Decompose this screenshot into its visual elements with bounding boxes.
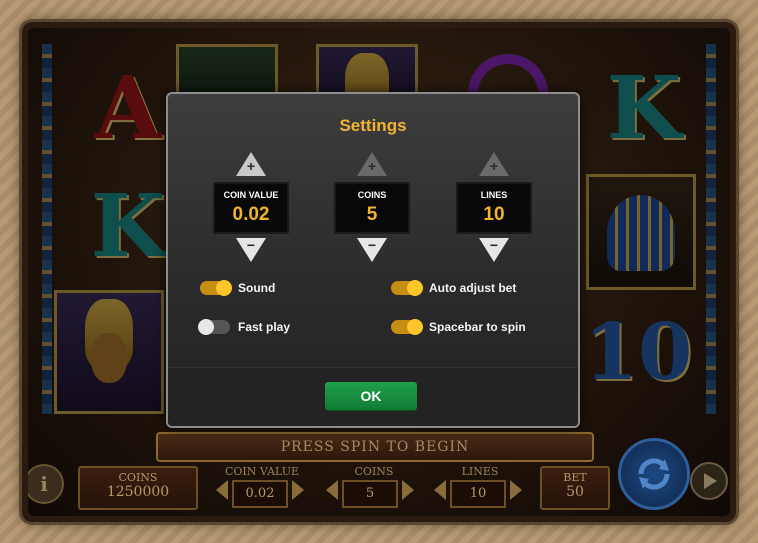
coins-balance-box: COINS 1250000	[78, 466, 198, 510]
plus-icon: +	[246, 158, 256, 174]
lines-increase-arrow[interactable]	[510, 480, 522, 500]
autoplay-button[interactable]	[690, 462, 728, 500]
coin-value-display: 0.02	[232, 480, 288, 508]
settings-title: Settings	[339, 116, 407, 135]
game-frame: A K K 10 PRESS SPIN TO BEGIN i COINS 125…	[22, 22, 736, 522]
lines-down-button[interactable]: −	[477, 237, 511, 264]
sound-toggle-row[interactable]: Sound	[200, 278, 275, 298]
lines-caption: LINES	[480, 190, 508, 200]
coins-decrease-arrow[interactable]	[326, 480, 338, 500]
lines-decrease-arrow[interactable]	[434, 480, 446, 500]
coins-caption: COINS	[357, 190, 387, 200]
auto-adjust-bet-label: Auto adjust bet	[429, 281, 517, 295]
coins-balance-label: COINS	[118, 471, 158, 484]
coin-value-caption: COIN VALUE	[223, 190, 279, 200]
play-icon	[704, 473, 717, 489]
auto-adjust-bet-toggle[interactable]	[391, 280, 423, 296]
spin-banner: PRESS SPIN TO BEGIN	[156, 432, 594, 462]
coins-bet-label: COINS	[354, 465, 394, 478]
coin-value-amount: 0.02	[232, 204, 270, 225]
spin-icon	[638, 458, 670, 490]
sound-toggle[interactable]	[200, 280, 232, 296]
plus-icon: +	[489, 158, 499, 174]
bet-label: BET	[563, 471, 587, 484]
coin-value-stepper: + COIN VALUE 0.02 −	[213, 150, 289, 270]
dialog-footer: OK	[168, 367, 578, 426]
lines-label: LINES	[461, 465, 499, 478]
coin-value-decrease-arrow[interactable]	[216, 480, 228, 500]
coins-display-box: COINS 5	[334, 182, 410, 234]
coin-value-down-button[interactable]: −	[234, 237, 268, 264]
minus-icon: −	[246, 237, 256, 253]
spacebar-to-spin-toggle[interactable]	[391, 319, 423, 335]
plus-icon: +	[367, 158, 377, 174]
fast-play-toggle-row[interactable]: Fast play	[198, 317, 291, 337]
coin-value-display-box: COIN VALUE 0.02	[213, 182, 289, 234]
coin-value-label: COIN VALUE	[224, 465, 300, 478]
fast-play-toggle[interactable]	[198, 319, 230, 335]
auto-adjust-bet-toggle-row[interactable]: Auto adjust bet	[391, 278, 516, 298]
coins-stepper: + COINS 5 −	[334, 150, 410, 270]
fast-play-label: Fast play	[238, 320, 291, 334]
coin-value-up-button[interactable]: +	[234, 150, 268, 176]
lines-amount: 10	[483, 204, 505, 225]
minus-icon: −	[367, 237, 377, 253]
spacebar-to-spin-toggle-row[interactable]: Spacebar to spin	[391, 317, 526, 337]
spin-button[interactable]	[618, 438, 690, 510]
ok-button[interactable]: OK	[325, 382, 417, 410]
lines-display-box: LINES 10	[456, 182, 532, 234]
coins-increase-arrow[interactable]	[402, 480, 414, 500]
coins-balance-value: 1250000	[106, 484, 170, 500]
coin-value-increase-arrow[interactable]	[292, 480, 304, 500]
coins-up-button[interactable]: +	[355, 150, 389, 176]
coins-down-button[interactable]: −	[355, 237, 389, 264]
lines-display: 10	[450, 480, 506, 508]
lines-stepper: + LINES 10 −	[456, 150, 532, 270]
coins-bet-display: 5	[342, 480, 398, 508]
settings-dialog: Settings + COIN VALUE 0.02 − + COINS 5 −…	[166, 92, 580, 428]
lines-up-button[interactable]: +	[477, 150, 511, 176]
bet-box: BET 50	[540, 466, 610, 510]
minus-icon: −	[489, 237, 499, 253]
bet-value: 50	[566, 484, 584, 500]
coins-amount: 5	[366, 204, 378, 225]
spacebar-to-spin-label: Spacebar to spin	[429, 320, 526, 334]
sound-label: Sound	[238, 281, 276, 295]
